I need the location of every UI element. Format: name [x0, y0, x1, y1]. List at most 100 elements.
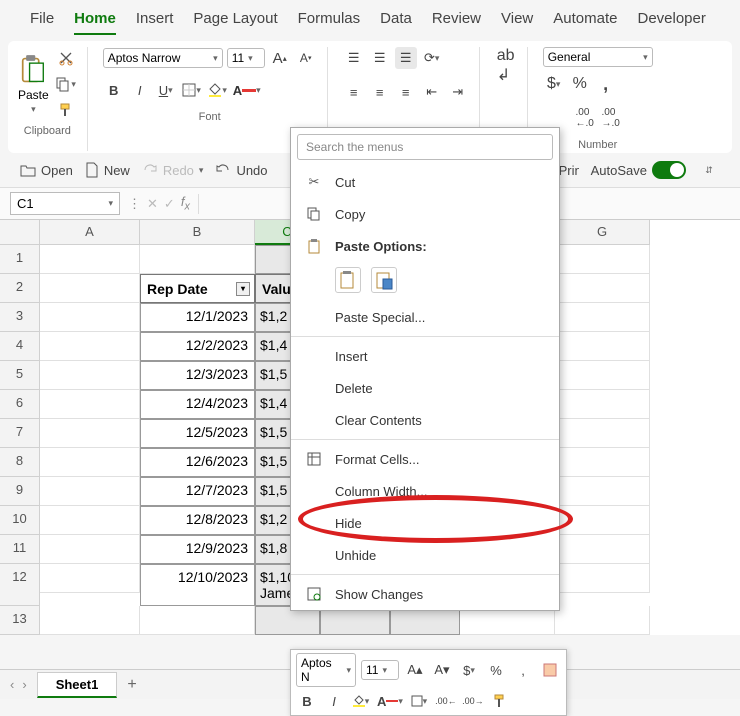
underline-icon[interactable]: U ▾	[155, 79, 177, 101]
cell[interactable]	[555, 477, 650, 506]
sheet-nav-next-icon[interactable]: ›	[22, 677, 26, 692]
row-header-10[interactable]: 10	[0, 506, 40, 535]
mini-comma-icon[interactable]: ,	[512, 659, 534, 681]
align-bottom-icon[interactable]: ☰	[395, 47, 417, 69]
mini-painter-icon[interactable]	[489, 690, 511, 712]
row-header-4[interactable]: 4	[0, 332, 40, 361]
formula-menu-icon[interactable]: ⋮	[128, 196, 141, 212]
mini-increase-font-icon[interactable]: A▴	[404, 659, 426, 681]
cell[interactable]	[40, 606, 140, 635]
cell[interactable]	[555, 506, 650, 535]
font-name-combo[interactable]: Aptos Narrow▾	[103, 48, 223, 68]
cell[interactable]	[555, 245, 650, 274]
mini-percent-icon[interactable]: %	[485, 659, 507, 681]
border-icon[interactable]: ▾	[181, 79, 203, 101]
tab-page-layout[interactable]: Page Layout	[193, 10, 277, 35]
cell[interactable]: 12/8/2023	[140, 506, 255, 535]
paste-button[interactable]: Paste ▾	[18, 54, 49, 115]
open-button[interactable]: Open	[20, 163, 73, 178]
fx-icon[interactable]: fx	[181, 194, 190, 213]
mini-bold-icon[interactable]: B	[296, 690, 318, 712]
cell[interactable]: 12/1/2023	[140, 303, 255, 332]
undo-button[interactable]: Undo	[215, 163, 267, 178]
paste-option-default[interactable]	[335, 267, 361, 293]
currency-icon[interactable]: $ ▾	[543, 73, 565, 95]
wrap-text-icon[interactable]: ab↲	[495, 55, 517, 77]
cell[interactable]	[555, 390, 650, 419]
cell[interactable]	[40, 361, 140, 390]
increase-font-icon[interactable]: A▴	[269, 47, 291, 69]
align-middle-icon[interactable]: ☰	[369, 47, 391, 69]
mini-cf-icon[interactable]	[539, 659, 561, 681]
mini-dec-dec-icon[interactable]: .00→	[462, 690, 484, 712]
sheet-tab[interactable]: Sheet1	[37, 672, 118, 698]
menu-paste-special[interactable]: Paste Special...	[291, 301, 559, 333]
mini-font-color-icon[interactable]: A▾	[377, 690, 403, 712]
column-header-G[interactable]: G	[555, 220, 650, 245]
menu-unhide[interactable]: Unhide	[291, 539, 559, 571]
tab-automate[interactable]: Automate	[553, 10, 617, 35]
menu-insert[interactable]: Insert	[291, 340, 559, 372]
cell[interactable]: 12/3/2023	[140, 361, 255, 390]
decrease-indent-icon[interactable]: ⇤	[421, 81, 443, 103]
cell[interactable]	[555, 564, 650, 593]
cell[interactable]	[40, 564, 140, 593]
font-size-combo[interactable]: 11▾	[227, 48, 265, 68]
tab-insert[interactable]: Insert	[136, 10, 174, 35]
menu-column-width[interactable]: Column Width...	[291, 475, 559, 507]
cell[interactable]	[40, 245, 140, 274]
menu-show-changes[interactable]: Show Changes	[291, 578, 559, 610]
mini-fill-icon[interactable]: ▾	[350, 690, 372, 712]
menu-delete[interactable]: Delete	[291, 372, 559, 404]
cell[interactable]: Rep Date▾	[140, 274, 255, 303]
align-right-icon[interactable]: ≡	[395, 81, 417, 103]
mini-italic-icon[interactable]: I	[323, 690, 345, 712]
select-all-corner[interactable]	[0, 220, 40, 245]
row-header-1[interactable]: 1	[0, 245, 40, 274]
cell[interactable]	[40, 332, 140, 361]
tab-formulas[interactable]: Formulas	[298, 10, 361, 35]
italic-icon[interactable]: I	[129, 79, 151, 101]
orientation-icon[interactable]: ⟳ ▾	[421, 47, 443, 69]
row-header-7[interactable]: 7	[0, 419, 40, 448]
redo-button[interactable]: Redo ▾	[142, 163, 204, 178]
cell[interactable]: 12/6/2023	[140, 448, 255, 477]
row-header-5[interactable]: 5	[0, 361, 40, 390]
cell[interactable]	[555, 361, 650, 390]
enter-formula-icon[interactable]: ✓	[164, 196, 175, 212]
name-box[interactable]: C1▾	[10, 192, 120, 215]
decrease-decimal-icon[interactable]: .00→.0	[600, 107, 622, 129]
print-button[interactable]: Print	[559, 163, 579, 178]
tab-view[interactable]: View	[501, 10, 533, 35]
cell[interactable]: 12/7/2023	[140, 477, 255, 506]
cell[interactable]: 12/2/2023	[140, 332, 255, 361]
tab-file[interactable]: File	[30, 10, 54, 35]
increase-decimal-icon[interactable]: .00←.0	[574, 107, 596, 129]
menu-hide[interactable]: Hide	[291, 507, 559, 539]
copy-icon[interactable]: ▾	[55, 73, 77, 95]
cell[interactable]: 12/9/2023	[140, 535, 255, 564]
menu-cut[interactable]: ✂Cut	[291, 166, 559, 198]
autosave-toggle[interactable]: AutoSave	[591, 161, 686, 179]
cell[interactable]	[555, 274, 650, 303]
cell[interactable]	[555, 332, 650, 361]
row-header-13[interactable]: 13	[0, 606, 40, 635]
toggle-on-icon[interactable]	[652, 161, 686, 179]
mini-dec-inc-icon[interactable]: .00←	[435, 690, 457, 712]
sheet-nav-prev-icon[interactable]: ‹	[10, 677, 14, 692]
filter-icon[interactable]: ▾	[236, 282, 250, 296]
cell[interactable]	[555, 419, 650, 448]
cell[interactable]	[140, 245, 255, 274]
cell[interactable]	[40, 477, 140, 506]
cell[interactable]: 12/5/2023	[140, 419, 255, 448]
font-color-icon[interactable]: A ▾	[233, 79, 261, 101]
column-header-B[interactable]: B	[140, 220, 255, 245]
increase-indent-icon[interactable]: ⇥	[447, 81, 469, 103]
bold-icon[interactable]: B	[103, 79, 125, 101]
cell[interactable]	[555, 606, 650, 635]
row-header-6[interactable]: 6	[0, 390, 40, 419]
tab-home[interactable]: Home	[74, 10, 116, 35]
align-left-icon[interactable]: ≡	[343, 81, 365, 103]
cell[interactable]	[140, 606, 255, 635]
row-header-2[interactable]: 2	[0, 274, 40, 303]
